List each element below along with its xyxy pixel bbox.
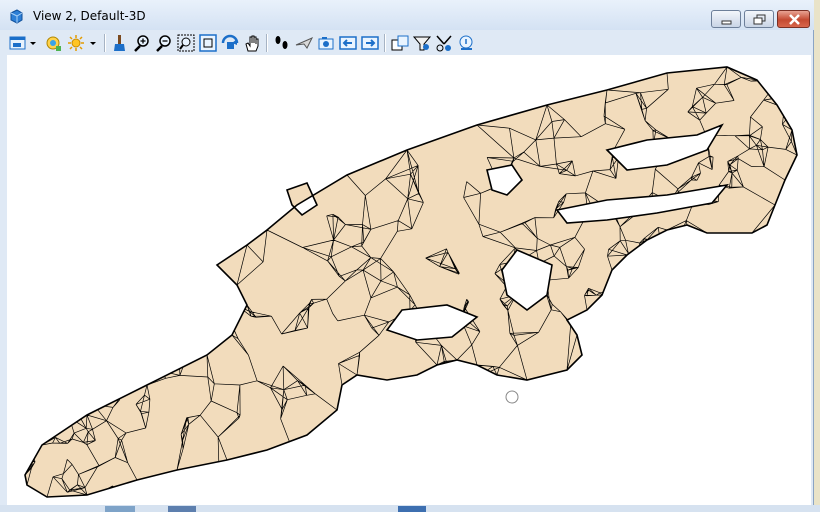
clip-mask-button[interactable]	[434, 33, 454, 53]
restore-button[interactable]	[744, 10, 774, 28]
previous-view-button[interactable]	[338, 33, 358, 53]
clip-volume-icon	[412, 36, 432, 51]
sun-icon	[68, 35, 84, 51]
view-toolbar	[4, 31, 810, 55]
copy-view-button[interactable]	[390, 33, 410, 53]
rotate-view-icon	[221, 34, 239, 49]
restore-icon	[753, 14, 766, 25]
minimize-icon	[721, 20, 732, 25]
view-attributes-dropdown[interactable]	[28, 33, 38, 53]
zoom-out-button[interactable]	[154, 33, 174, 53]
display-style-icon	[46, 36, 61, 51]
fit-view-button[interactable]	[198, 33, 218, 53]
camera-icon	[318, 37, 334, 50]
taskbar-strip	[0, 505, 820, 512]
circle-cursor	[505, 390, 519, 404]
chevron-down-icon	[90, 42, 96, 45]
zoom-in-icon	[134, 35, 149, 52]
brush-icon	[114, 35, 125, 51]
minimize-button[interactable]	[711, 10, 741, 28]
pan-view-button[interactable]	[242, 33, 262, 53]
tin-mesh	[24, 66, 798, 498]
copy-view-icon	[391, 35, 409, 51]
display-style-button[interactable]	[44, 33, 64, 53]
fit-view-icon	[199, 34, 217, 52]
window-area-button[interactable]	[176, 33, 196, 53]
rotate-view-button[interactable]	[220, 33, 240, 53]
close-button[interactable]	[777, 10, 810, 28]
mesh-boundary	[24, 66, 798, 498]
view-info-button[interactable]	[456, 33, 476, 53]
footprints-icon	[275, 36, 288, 49]
hand-icon	[245, 35, 259, 52]
lighting-button[interactable]	[66, 33, 86, 53]
camera-button[interactable]	[316, 33, 336, 53]
chevron-down-icon	[30, 42, 36, 45]
walk-button[interactable]	[272, 33, 292, 53]
lighting-dropdown[interactable]	[88, 33, 98, 53]
view-canvas[interactable]	[7, 55, 811, 505]
next-arrow-icon	[361, 36, 379, 50]
adjacent-window-edge	[814, 0, 820, 512]
toolbar-separator	[266, 34, 268, 52]
view-cube-icon	[10, 9, 23, 24]
view-attributes-button[interactable]	[8, 33, 28, 53]
zoom-in-button[interactable]	[132, 33, 152, 53]
close-icon	[789, 14, 800, 25]
window-title: View 2, Default-3D	[33, 9, 146, 23]
brush-button[interactable]	[110, 33, 130, 53]
window-area-icon	[177, 34, 195, 52]
view-window: View 2, Default-3D	[0, 0, 814, 512]
clip-mask-icon	[436, 35, 452, 52]
next-view-button[interactable]	[360, 33, 380, 53]
clip-volume-button[interactable]	[412, 33, 432, 53]
title-bar[interactable]: View 2, Default-3D	[0, 0, 814, 30]
fly-icon	[295, 36, 314, 49]
previous-arrow-icon	[339, 36, 357, 50]
view-attributes-icon	[9, 36, 26, 50]
view-info-icon	[459, 35, 473, 50]
toolbar-separator	[104, 34, 106, 52]
fly-button[interactable]	[294, 33, 314, 53]
toolbar-separator	[384, 34, 386, 52]
zoom-out-icon	[156, 35, 171, 52]
